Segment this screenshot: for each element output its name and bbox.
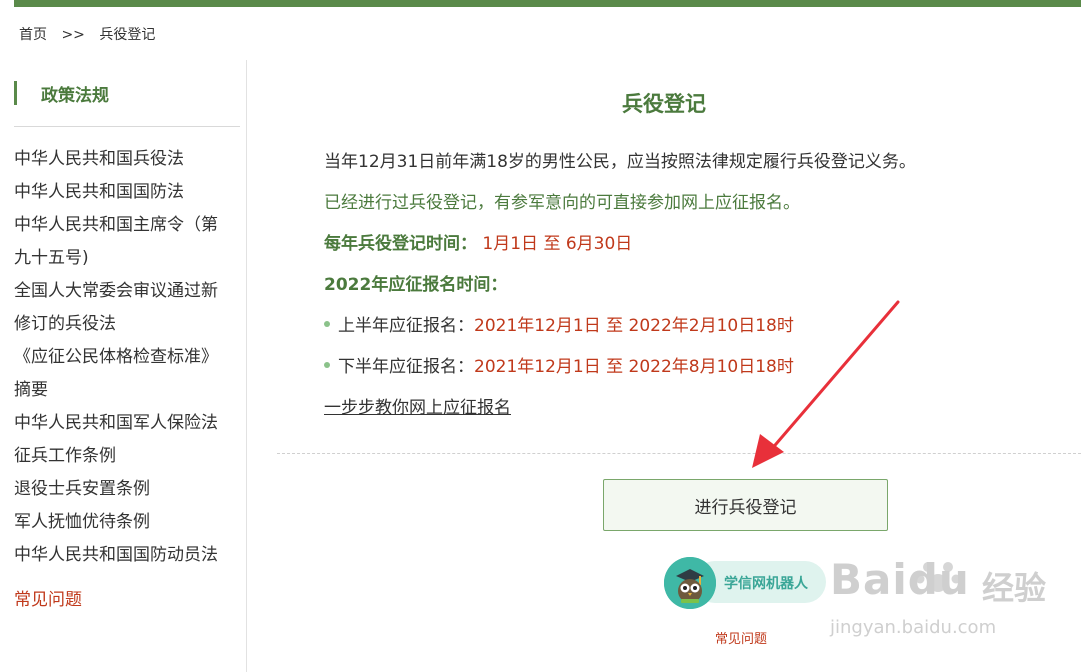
watermark-brand: Baidu: [830, 555, 970, 604]
watermark-cn: 经验: [982, 569, 1047, 607]
watermark-url: jingyan.baidu.com: [830, 617, 997, 638]
baidu-jingyan-watermark: Baidu 经验 jingyan.baidu.com: [830, 545, 1070, 665]
